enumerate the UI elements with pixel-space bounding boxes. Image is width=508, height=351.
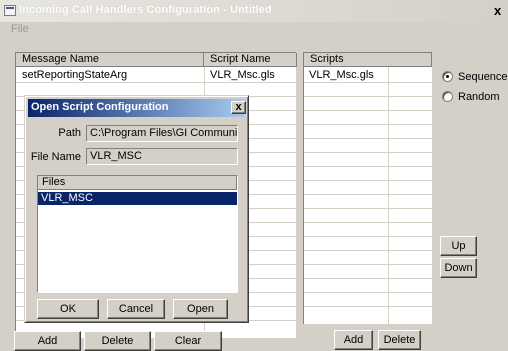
scripts-row-line [304, 96, 433, 97]
window-title: Incoming Call Handlers Configuration - U… [19, 4, 272, 16]
scripts-row-line [304, 222, 433, 223]
app-icon [4, 5, 16, 16]
delete-button[interactable]: Delete [84, 331, 151, 351]
dialog-close-icon[interactable]: x [231, 101, 246, 114]
scripts-grid[interactable]: Scripts VLR_Msc.gls [303, 52, 433, 325]
scripts-delete-button[interactable]: Delete [378, 330, 421, 350]
files-item-selected[interactable]: VLR_MSC [38, 192, 237, 205]
scripts-row-line [304, 292, 433, 293]
scripts-row-line [304, 306, 433, 307]
grid-cell-message[interactable]: setReportingStateArg [16, 68, 127, 82]
scripts-row-line [304, 250, 433, 251]
up-button[interactable]: Up [440, 236, 477, 256]
scripts-row-line [304, 180, 433, 181]
scripts-row-line [304, 278, 433, 279]
filename-label: File Name [30, 151, 81, 163]
add-button[interactable]: Add [14, 331, 81, 351]
dialog-title: Open Script Configuration [31, 101, 169, 113]
grid-row-line [16, 82, 297, 83]
grid-cell-script[interactable]: VLR_Msc.gls [204, 68, 275, 82]
scripts-column-divider [388, 67, 389, 325]
dialog-cancel-button[interactable]: Cancel [107, 299, 165, 319]
close-icon[interactable]: x [494, 4, 501, 17]
column-header-message-name[interactable]: Message Name [16, 53, 204, 67]
scripts-row-line [304, 82, 433, 83]
dialog-title-bar[interactable]: Open Script Configuration x [28, 99, 246, 117]
radio-sequence[interactable]: Sequence [442, 70, 508, 84]
scripts-row-line [304, 264, 433, 265]
open-script-dialog: Open Script Configuration x Path C:\Prog… [24, 95, 249, 323]
scripts-row-line [304, 236, 433, 237]
scripts-row-line [304, 166, 433, 167]
radio-random[interactable]: Random [442, 90, 508, 104]
path-field[interactable]: C:\Program Files\GI Communicatio [86, 125, 238, 142]
down-button[interactable]: Down [440, 258, 477, 278]
files-list[interactable]: Files VLR_MSC [37, 175, 238, 293]
menu-file[interactable]: File [11, 23, 29, 35]
scripts-row-line [304, 208, 433, 209]
scripts-row-line [304, 194, 433, 195]
scripts-row-line [304, 138, 433, 139]
dialog-open-button[interactable]: Open [173, 299, 228, 319]
files-header[interactable]: Files [38, 176, 237, 190]
scripts-cell[interactable]: VLR_Msc.gls [304, 68, 374, 82]
filename-field[interactable]: VLR_MSC [86, 148, 238, 165]
grid-column-divider [296, 67, 297, 339]
dialog-ok-button[interactable]: OK [37, 299, 99, 319]
scripts-row-line [304, 110, 433, 111]
title-bar[interactable]: Incoming Call Handlers Configuration - U… [0, 0, 508, 22]
menu-bar: File [0, 22, 508, 38]
main-window: Incoming Call Handlers Configuration - U… [0, 0, 508, 351]
radio-random-label: Random [458, 91, 500, 103]
column-header-scripts[interactable]: Scripts [304, 53, 432, 67]
radio-sequence-label: Sequence [458, 71, 508, 83]
path-label: Path [58, 127, 81, 139]
scripts-row-line [304, 124, 433, 125]
radio-random-dot[interactable] [442, 91, 453, 102]
clear-button[interactable]: Clear [154, 331, 222, 351]
column-header-script-name[interactable]: Script Name [204, 53, 297, 67]
radio-sequence-dot[interactable] [442, 71, 453, 82]
scripts-add-button[interactable]: Add [334, 330, 373, 350]
scripts-row-line [304, 152, 433, 153]
